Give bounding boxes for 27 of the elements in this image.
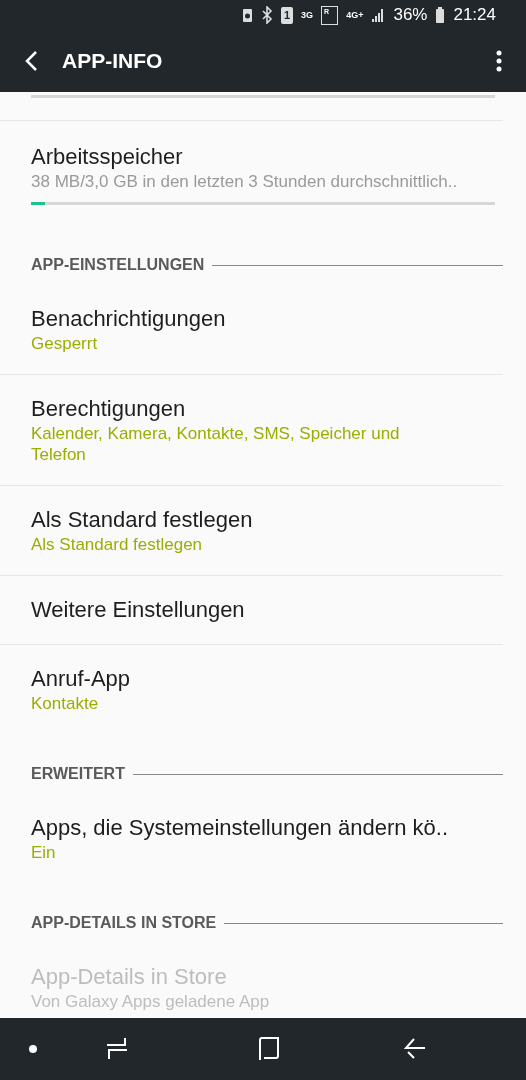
settings-item[interactable]: Weitere Einstellungen	[0, 576, 503, 645]
section-header: ERWEITERT	[31, 764, 125, 784]
back-icon[interactable]	[24, 50, 38, 72]
settings-item[interactable]: Apps, die Systemeinstellungen ändern kö.. Ein	[0, 794, 503, 883]
back-icon[interactable]	[404, 1038, 426, 1060]
dot-icon[interactable]	[28, 1044, 38, 1054]
network-type-label: 4G+	[346, 10, 364, 20]
setting-title: Arbeitsspeicher	[31, 143, 184, 171]
battery-saver-icon	[241, 7, 253, 23]
section-header: APP-EINSTELLUNGEN	[31, 255, 205, 275]
settings-item[interactable]: Benachrichtigungen Gesperrt	[0, 285, 503, 375]
screen-title: APP-INFO	[62, 48, 164, 75]
settings-item[interactable]: Berechtigungen Kalender, Kamera, Kontakte, SMS, Speicher und Telefon	[0, 375, 503, 486]
sim-slot-icon: 1	[280, 6, 294, 24]
section-header: APP-DETAILS IN STORE	[31, 913, 217, 933]
settings-item[interactable]: Anruf-App Kontakte	[0, 645, 503, 734]
network-type-label: 3G	[301, 10, 314, 20]
setting-summary: 38 MB/3,0 GB in den letzten 3 Stunden durchschnittlich..	[31, 171, 459, 192]
recent-apps-icon[interactable]	[106, 1037, 128, 1061]
bluetooth-icon	[260, 6, 273, 24]
home-icon[interactable]	[258, 1037, 280, 1061]
signal-icon	[371, 8, 386, 22]
settings-item[interactable]: Als Standard festlegen Als Standard festlegen	[0, 486, 503, 576]
battery-percentage: 36%	[393, 4, 428, 27]
more-options-icon[interactable]	[496, 50, 502, 72]
clock: 21:24	[453, 4, 496, 27]
battery-icon	[435, 6, 446, 24]
